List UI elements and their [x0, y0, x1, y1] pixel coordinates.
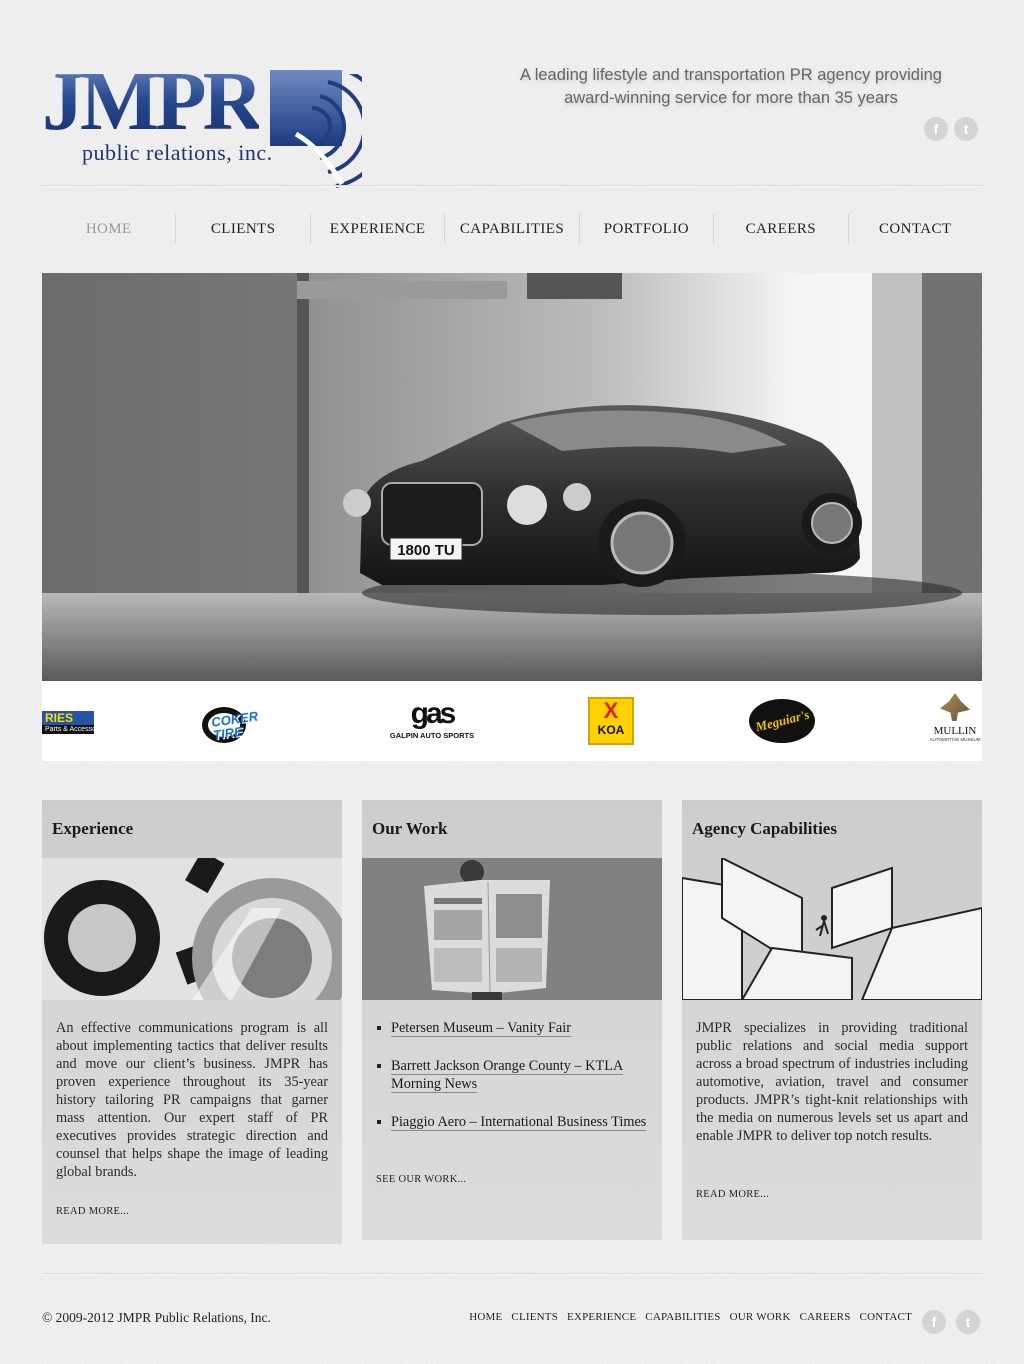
work-list: Petersen Museum – Vanity Fair Barrett Ja… [376, 1019, 648, 1151]
facebook-icon[interactable]: f [922, 1310, 946, 1334]
capabilities-panel: Agency Capabilities JMPR specializes in … [682, 800, 982, 1240]
capabilities-title: Agency Capabilities [692, 819, 837, 838]
footer-link-capabilities[interactable]: CAPABILITIES [645, 1311, 720, 1323]
footer-link-experience[interactable]: EXPERIENCE [567, 1311, 636, 1323]
nav-careers[interactable]: CAREERS [713, 214, 847, 244]
capabilities-maze-image [682, 858, 982, 1000]
our-work-panel: Our Work Petersen Museum – Vanity Fair B… [362, 800, 662, 1240]
mascot-icon [940, 693, 970, 721]
logo-wordmark: JMPR [42, 55, 263, 148]
footer-link-contact[interactable]: CONTACT [860, 1311, 912, 1323]
copyright: © 2009-2012 JMPR Public Relations, Inc. [42, 1310, 271, 1325]
twitter-icon[interactable]: t [954, 117, 978, 141]
client-logo-koa[interactable]: X KOA [588, 697, 634, 745]
twitter-icon[interactable]: t [956, 1310, 980, 1334]
signal-arcs-icon [294, 74, 362, 188]
experience-text: An effective communications program is a… [56, 1020, 328, 1180]
client-logo-coker[interactable]: COKER TIRE [202, 699, 282, 743]
capabilities-text: JMPR specializes in providing traditiona… [696, 1020, 968, 1144]
list-item: Petersen Museum – Vanity Fair [376, 1019, 648, 1037]
license-plate: 1800 TU [397, 542, 455, 559]
footer-link-careers[interactable]: CAREERS [800, 1311, 851, 1323]
see-our-work-link[interactable]: SEE OUR WORK... [376, 1174, 466, 1185]
work-link-petersen[interactable]: Petersen Museum – Vanity Fair [391, 1020, 572, 1037]
footer-link-home[interactable]: HOME [469, 1311, 502, 1323]
nav-home[interactable]: HOME [42, 214, 175, 244]
footer-divider [42, 1273, 982, 1275]
client-logo-mullin[interactable]: MULLIN AUTOMOTIVE MUSEUM [928, 693, 982, 753]
nav-clients[interactable]: CLIENTS [175, 214, 309, 244]
footer-nav: HOME CLIENTS EXPERIENCE CAPABILITIES OUR… [469, 1311, 912, 1323]
header-social: f t [924, 117, 978, 141]
client-logo-strip: RIES Parts & Accessories COKER TIRE gas … [42, 681, 982, 761]
footer-social: f t [922, 1310, 980, 1334]
our-work-title: Our Work [372, 819, 448, 838]
tagline: A leading lifestyle and transportation P… [520, 66, 942, 107]
nav-capabilities[interactable]: CAPABILITIES [444, 214, 578, 244]
list-item: Piaggio Aero – International Business Ti… [376, 1113, 648, 1131]
work-link-piaggio[interactable]: Piaggio Aero – International Business Ti… [391, 1114, 647, 1131]
logo-subtitle: public relations, inc. [82, 140, 273, 165]
client-logo-partial[interactable]: RIES Parts & Accessories [42, 711, 94, 743]
capabilities-read-more-link[interactable]: READ MORE... [696, 1189, 769, 1200]
nav-contact[interactable]: CONTACT [847, 214, 982, 244]
our-work-newspaper-image [362, 858, 662, 1000]
work-link-barrett-jackson[interactable]: Barrett Jackson Orange County – KTLA Mor… [391, 1058, 624, 1093]
experience-title: Experience [52, 819, 134, 838]
footer-link-our-work[interactable]: OUR WORK [730, 1311, 791, 1323]
client-logo-galpin[interactable]: gas GALPIN AUTO SPORTS [387, 697, 477, 747]
client-logo-meguiars[interactable]: Meguiar's [749, 699, 815, 743]
nav-experience[interactable]: EXPERIENCE [309, 214, 444, 244]
experience-read-more-link[interactable]: READ MORE... [56, 1206, 129, 1217]
facebook-icon[interactable]: f [924, 117, 948, 141]
logo[interactable]: JMPR public relations, inc. [42, 60, 362, 188]
experience-panel: Experience An effective communications p… [42, 800, 342, 1244]
experience-gears-image [42, 858, 342, 1000]
hero-slideshow[interactable]: 1800 TU [42, 273, 982, 681]
header-divider [42, 185, 982, 187]
main-nav: HOME CLIENTS EXPERIENCE CAPABILITIES POR… [42, 214, 982, 244]
list-item: Barrett Jackson Orange County – KTLA Mor… [376, 1057, 648, 1093]
footer-link-clients[interactable]: CLIENTS [511, 1311, 558, 1323]
nav-portfolio[interactable]: PORTFOLIO [578, 214, 713, 244]
page: JMPR public relations, inc. A leading li… [42, 0, 982, 1364]
hero-car-image: 1800 TU [42, 273, 982, 681]
